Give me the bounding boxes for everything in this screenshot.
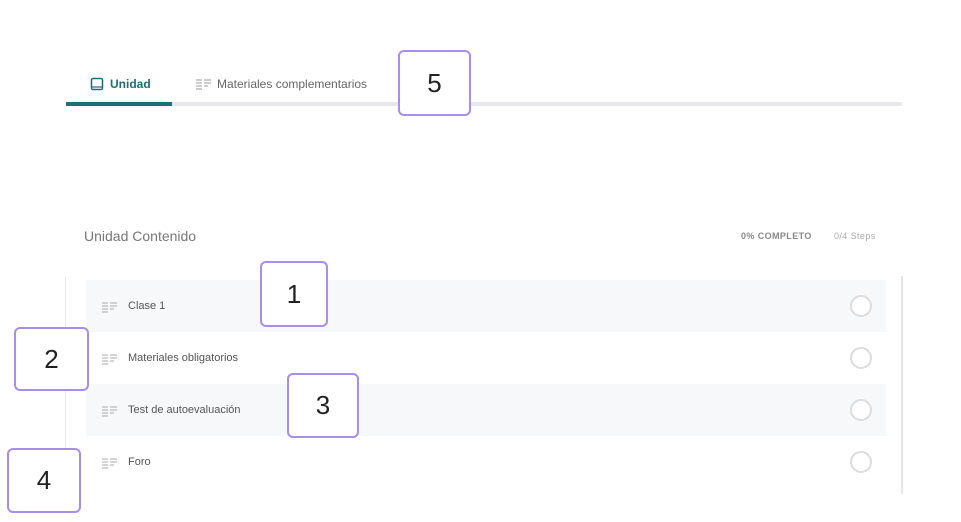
- completion-circle-icon[interactable]: [850, 295, 872, 317]
- progress-steps: 0/4 Steps: [834, 231, 876, 241]
- lesson-label: Materiales obligatorios: [128, 352, 239, 364]
- active-tab-indicator: [66, 102, 172, 106]
- section-title: Unidad Contenido: [84, 228, 197, 244]
- annotation-badge-5: 5: [398, 50, 471, 116]
- lesson-row-test-de-autoevaluacion[interactable]: Test de autoevaluación: [86, 384, 886, 436]
- completion-circle-icon[interactable]: [850, 451, 872, 473]
- lesson-label: Foro: [128, 456, 151, 468]
- completion-circle-icon[interactable]: [850, 347, 872, 369]
- lesson-label: Test de autoevaluación: [128, 404, 241, 416]
- completion-circle-icon[interactable]: [850, 399, 872, 421]
- lines-icon: [102, 456, 117, 474]
- progress-percent: 0% COMPLETO: [741, 231, 812, 241]
- lines-icon: [196, 79, 211, 90]
- tab-unidad-label: Unidad: [110, 77, 151, 91]
- lesson-row-materiales-obligatorios[interactable]: Materiales obligatorios: [86, 332, 886, 384]
- tab-unidad[interactable]: Unidad: [90, 66, 151, 102]
- tab-bar: Unidad Materiales complementarios: [66, 66, 902, 106]
- annotation-badge-3: 3: [287, 373, 359, 438]
- lesson-list: Clase 1 Materiales obligatorios Test de …: [65, 276, 903, 494]
- lesson-row-clase-1[interactable]: Clase 1: [86, 280, 886, 332]
- annotation-badge-2: 2: [14, 327, 89, 391]
- lines-icon: [102, 352, 117, 370]
- tab-materiales-label: Materiales complementarios: [217, 77, 368, 91]
- lesson-label: Clase 1: [128, 300, 166, 312]
- tabs-track: [66, 102, 902, 106]
- lines-icon: [102, 404, 117, 422]
- tab-materiales-complementarios[interactable]: Materiales complementarios: [196, 66, 367, 102]
- book-icon: [90, 77, 104, 91]
- annotation-badge-4: 4: [7, 448, 81, 513]
- lesson-row-foro[interactable]: Foro: [86, 436, 886, 488]
- annotation-badge-1: 1: [260, 261, 328, 327]
- lines-icon: [102, 300, 117, 318]
